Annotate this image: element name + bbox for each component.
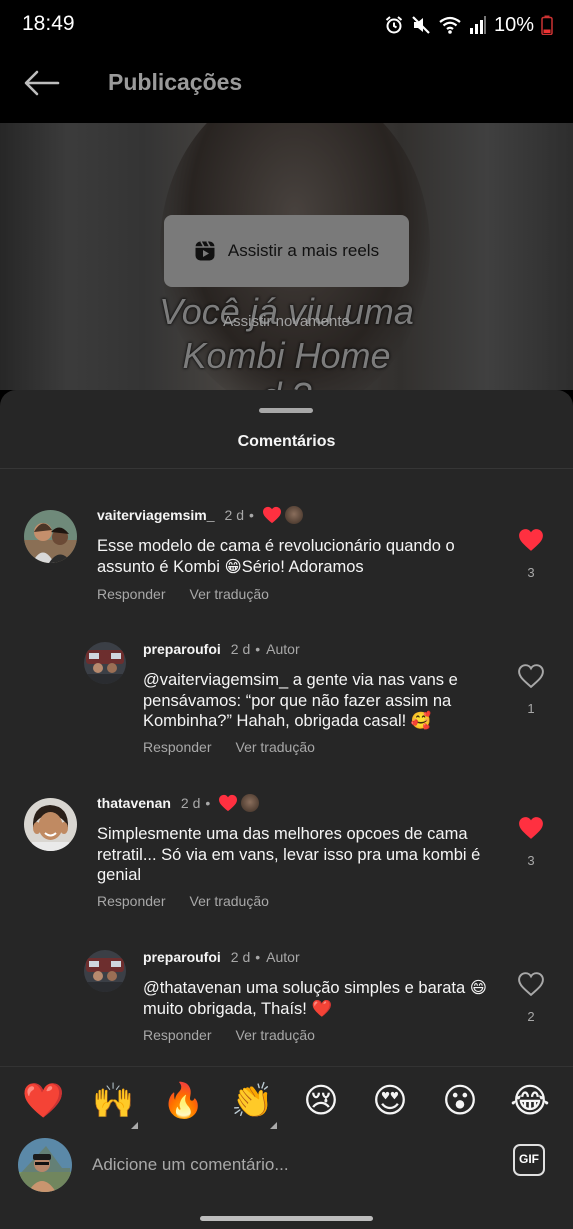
avatar[interactable] <box>84 642 126 684</box>
heart-filled-icon[interactable] <box>518 528 544 552</box>
heart-outline-icon[interactable] <box>518 972 544 997</box>
home-indicator[interactable] <box>200 1216 373 1221</box>
surprised-emoji-button[interactable]: 😮 <box>440 1081 480 1121</box>
emoji-reaction-bar: ❤️ 🙌 🔥 👏 😢 😍 😮 😂 <box>0 1066 573 1139</box>
comment-time: 2 d <box>224 507 244 523</box>
reply-button[interactable]: Responder <box>143 1027 212 1043</box>
reply-button[interactable]: Responder <box>97 893 166 909</box>
alarm-icon <box>385 16 403 34</box>
status-time: 18:49 <box>22 12 75 35</box>
back-arrow-icon[interactable] <box>22 68 62 98</box>
comments-title: Comentários <box>237 433 336 450</box>
video-caption-line-2: Kombi Home <box>182 335 391 376</box>
see-translation-button[interactable]: Ver tradução <box>190 893 269 909</box>
separator-dot: • <box>255 641 261 657</box>
reel-video[interactable]: Você já viu uma Kombi Home d ? Assistir … <box>0 123 573 390</box>
reply-button[interactable]: Responder <box>97 586 166 602</box>
crying-emoji-button[interactable]: 😢 <box>301 1081 341 1121</box>
creator-liked-heart-icon <box>219 794 238 812</box>
battery-icon <box>541 15 553 35</box>
comment-username[interactable]: preparoufoi <box>143 949 221 965</box>
drag-handle[interactable] <box>259 408 313 413</box>
creator-avatar-small <box>241 794 260 812</box>
comment-time: 2 d <box>230 641 251 657</box>
author-badge: Autor <box>266 641 300 657</box>
wifi-icon <box>439 16 461 34</box>
comment-composer: GIF <box>0 1138 573 1196</box>
see-translation-button[interactable]: Ver tradução <box>236 1027 315 1043</box>
signal-icon <box>469 16 486 34</box>
comment-text: @vaiterviagemsim_ a gente via nas vans e… <box>143 671 458 730</box>
reels-icon <box>195 241 215 261</box>
creator-avatar-small <box>284 506 303 524</box>
see-translation-button[interactable]: Ver tradução <box>190 586 269 602</box>
gif-button[interactable]: GIF <box>513 1144 545 1176</box>
comment-username[interactable]: vaiterviagemsim_ <box>97 507 215 523</box>
navigation-bar-area <box>0 1196 573 1229</box>
comment-username[interactable]: thatavenan <box>97 795 171 811</box>
page-title: Publicações <box>108 69 243 95</box>
watch-more-reels-button[interactable]: Assistir a mais reels <box>164 215 409 287</box>
like-count: 1 <box>527 701 535 716</box>
heart-outline-icon[interactable] <box>518 664 544 689</box>
separator-dot: • <box>249 507 254 523</box>
comment-time: 2 d <box>230 949 251 965</box>
comment-text: @thatavenan uma solução simples e barata… <box>143 979 487 1018</box>
separator-dot: • <box>255 949 261 965</box>
comment-time: 2 d <box>180 795 201 811</box>
comment-text: Esse modelo de cama é revolucionário qua… <box>97 537 455 576</box>
like-count: 3 <box>527 565 535 580</box>
skin-tone-indicator <box>270 1122 277 1129</box>
separator-dot: • <box>205 795 211 811</box>
like-count: 3 <box>527 853 535 868</box>
mute-icon <box>412 16 430 34</box>
like-count: 2 <box>527 1009 535 1024</box>
status-icons: 10% <box>384 12 553 38</box>
avatar[interactable] <box>24 510 77 563</box>
heart-filled-icon[interactable] <box>518 816 544 840</box>
reply-button[interactable]: Responder <box>143 739 212 755</box>
watch-again-button[interactable]: Assistir novamente <box>0 313 573 330</box>
clapping-emoji-button[interactable]: 👏 <box>231 1081 273 1121</box>
status-bar: 18:49 10% <box>0 0 573 50</box>
author-badge: Autor <box>266 949 300 965</box>
see-translation-button[interactable]: Ver tradução <box>236 739 315 755</box>
divider <box>0 468 573 469</box>
my-avatar[interactable] <box>18 1138 72 1192</box>
comment-text: Simplesmente uma das melhores opcoes de … <box>97 825 481 884</box>
avatar[interactable] <box>84 950 126 992</box>
battery-percentage: 10% <box>493 13 534 36</box>
comment-username[interactable]: preparoufoi <box>143 641 221 657</box>
video-caption-line-3: d ? <box>0 375 573 390</box>
fire-emoji-button[interactable]: 🔥 <box>162 1081 204 1121</box>
creator-liked-heart-icon <box>262 506 281 524</box>
watch-more-reels-label: Assistir a mais reels <box>227 241 380 260</box>
comment-input[interactable] <box>92 1152 472 1178</box>
avatar[interactable] <box>24 798 77 851</box>
top-app-bar: Publicações <box>0 50 573 123</box>
heart-emoji-button[interactable]: ❤️ <box>22 1081 64 1121</box>
skin-tone-indicator <box>131 1122 138 1129</box>
laughing-emoji-button[interactable]: 😂 <box>510 1081 550 1121</box>
raising-hands-emoji-button[interactable]: 🙌 <box>92 1081 134 1121</box>
heart-eyes-emoji-button[interactable]: 😍 <box>370 1081 410 1121</box>
